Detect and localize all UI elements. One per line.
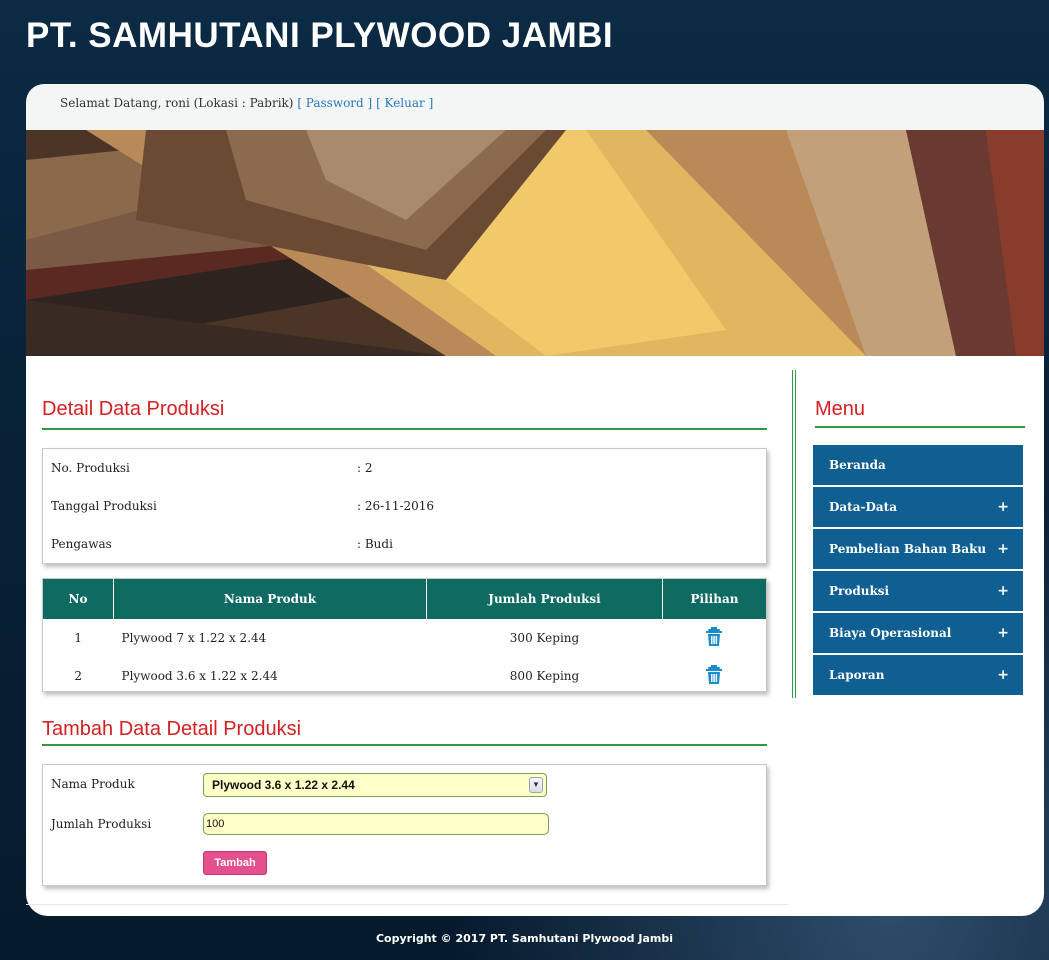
detail-section-title: Detail Data Produksi [42, 398, 225, 420]
product-label: Nama Produk [51, 777, 135, 791]
menu-item-label: Biaya Operasional [829, 626, 952, 640]
product-select[interactable]: Plywood 3.6 x 1.22 x 2.44 ▼ [203, 773, 547, 797]
col-header-jumlah-produksi: Jumlah Produksi [426, 579, 663, 619]
menu-item-label: Produksi [829, 584, 890, 598]
menu-item-label: Pembelian Bahan Baku [829, 542, 987, 556]
menu-item-produksi[interactable]: Produksi + [813, 571, 1023, 611]
menu-item-label: Data-Data [829, 500, 897, 514]
chevron-down-icon[interactable]: ▼ [529, 777, 543, 793]
site-title: PT. SAMHUTANI PLYWOOD JAMBI [26, 16, 614, 55]
menu-item-biaya-operasional[interactable]: Biaya Operasional + [813, 613, 1023, 653]
qty-label: Jumlah Produksi [51, 817, 152, 831]
tambah-button[interactable]: Tambah [203, 851, 267, 875]
menu-title-rule [815, 426, 1025, 428]
col-header-no: No [43, 579, 114, 619]
detail-info-box: No. Produksi : 2 Tanggal Produksi : 26-1… [42, 448, 767, 564]
menu-item-data-data[interactable]: Data-Data + [813, 487, 1023, 527]
menu-item-label: Laporan [829, 668, 885, 682]
info-label: No. Produksi [51, 461, 130, 475]
plus-icon: + [997, 625, 1009, 641]
content-bottom-rule [26, 904, 788, 905]
cell-no: 2 [74, 669, 83, 683]
detail-title-rule [42, 428, 767, 430]
column-divider-left [792, 370, 793, 698]
cell-jumlah-produksi: 800 Keping [509, 669, 580, 683]
info-label: Pengawas [51, 537, 112, 551]
cell-pilihan [663, 657, 767, 695]
logout-link[interactable]: [ Keluar ] [376, 96, 433, 110]
trash-icon[interactable] [705, 626, 723, 650]
menu-item-label: Beranda [829, 458, 886, 472]
cell-jumlah-produksi: 300 Keping [509, 631, 580, 645]
table-header-row: No Nama Produk Jumlah Produksi Pilihan [43, 579, 766, 619]
plus-icon: + [997, 541, 1009, 557]
detail-table: No Nama Produk Jumlah Produksi Pilihan 1… [43, 579, 766, 695]
menu-item-laporan[interactable]: Laporan + [813, 655, 1023, 695]
info-label: Tanggal Produksi [51, 499, 157, 513]
col-header-nama-produk: Nama Produk [113, 579, 427, 619]
password-link[interactable]: [ Password ] [297, 96, 372, 110]
qty-input[interactable]: 100 [203, 813, 549, 835]
header-banner [26, 130, 1044, 356]
plus-icon: + [997, 667, 1009, 683]
product-select-value: Plywood 3.6 x 1.22 x 2.44 [212, 778, 355, 792]
plus-icon: + [997, 499, 1009, 515]
cell-nama-produk: Plywood 7 x 1.22 x 2.44 [121, 631, 267, 645]
info-value: : 2 [357, 461, 373, 475]
cell-pilihan [663, 619, 767, 657]
menu-item-pembelian-bahan-baku[interactable]: Pembelian Bahan Baku + [813, 529, 1023, 569]
menu-title: Menu [815, 398, 866, 420]
welcome-text: Selamat Datang, roni (Lokasi : Pabrik) [60, 96, 294, 110]
welcome-bar: Selamat Datang, roni (Lokasi : Pabrik) [… [26, 84, 1044, 130]
column-divider-right [795, 370, 796, 698]
form-section-title: Tambah Data Detail Produksi [42, 718, 302, 740]
plywood-banner-image [26, 130, 1044, 356]
cell-nama-produk: Plywood 3.6 x 1.22 x 2.44 [121, 669, 278, 683]
detail-table-box: No Nama Produk Jumlah Produksi Pilihan 1… [42, 578, 767, 692]
cell-no: 1 [74, 631, 83, 645]
info-value: : 26-11-2016 [357, 499, 435, 513]
table-row: 2 Plywood 3.6 x 1.22 x 2.44 800 Keping [43, 657, 766, 695]
plus-icon: + [997, 583, 1009, 599]
menu-item-beranda[interactable]: Beranda [813, 445, 1023, 485]
add-detail-form: Nama Produk Plywood 3.6 x 1.22 x 2.44 ▼ … [42, 764, 767, 886]
form-title-rule [42, 744, 767, 746]
table-row: 1 Plywood 7 x 1.22 x 2.44 300 Keping [43, 619, 766, 657]
trash-icon[interactable] [705, 664, 723, 688]
footer-copyright: Copyright © 2017 PT. Samhutani Plywood J… [375, 932, 674, 945]
main-content: Detail Data Produksi No. Produksi : 2 Ta… [26, 356, 1044, 916]
col-header-pilihan: Pilihan [662, 579, 766, 619]
info-value: : Budi [357, 537, 393, 551]
side-menu: Beranda Data-Data + Pembelian Bahan Baku… [813, 445, 1023, 697]
